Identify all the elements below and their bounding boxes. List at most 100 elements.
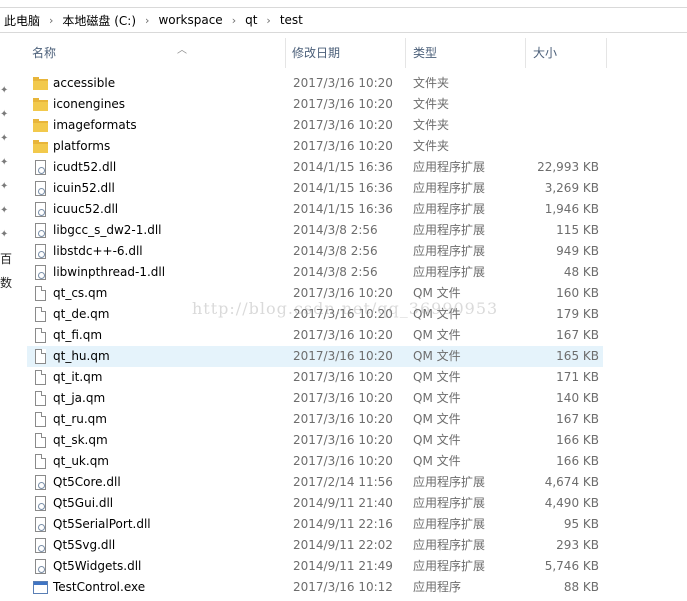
pin-icon[interactable]: ✦ bbox=[0, 157, 10, 171]
file-name: qt_it.qm bbox=[53, 370, 103, 384]
file-date: 2014/1/15 16:36 bbox=[293, 181, 393, 195]
file-type: 文件夹 bbox=[413, 76, 450, 90]
dll-icon bbox=[33, 496, 49, 512]
file-date: 2017/3/16 10:20 bbox=[293, 412, 393, 426]
dll-icon bbox=[33, 160, 49, 176]
file-name: libgcc_s_dw2-1.dll bbox=[53, 223, 162, 237]
file-row[interactable]: imageformats 2017/3/16 10:20 文件夹 bbox=[27, 115, 603, 136]
file-row[interactable]: Qt5Gui.dll 2014/9/11 21:40 应用程序扩展 4,490 KB bbox=[27, 493, 603, 514]
file-name: Qt5SerialPort.dll bbox=[53, 517, 151, 531]
pin-icon[interactable]: ✦ bbox=[0, 109, 10, 123]
file-type: 应用程序扩展 bbox=[413, 496, 486, 510]
file-date: 2014/9/11 21:40 bbox=[293, 496, 393, 510]
file-size: 4,674 KB bbox=[544, 475, 599, 489]
file-icon bbox=[33, 328, 49, 344]
file-row[interactable]: icuin52.dll 2014/1/15 16:36 应用程序扩展 3,269 KB bbox=[27, 178, 603, 199]
breadcrumb-this-pc[interactable]: 此电脑 bbox=[2, 12, 42, 29]
pin-icon[interactable]: ✦ bbox=[0, 85, 10, 99]
file-type: 文件夹 bbox=[413, 139, 450, 153]
file-type: 应用程序 bbox=[413, 580, 462, 594]
file-type: 应用程序扩展 bbox=[413, 160, 486, 174]
file-row[interactable]: icudt52.dll 2014/1/15 16:36 应用程序扩展 22,993 K… bbox=[27, 157, 603, 178]
file-size: 949 KB bbox=[556, 244, 599, 258]
file-name: Qt5Widgets.dll bbox=[53, 559, 142, 573]
file-size: 167 KB bbox=[556, 328, 599, 342]
column-header-row: 名称 ︿ 修改日期 类型 大小 bbox=[0, 38, 687, 68]
file-row[interactable]: qt_uk.qm 2017/3/16 10:20 QM 文件 166 KB bbox=[27, 451, 603, 472]
file-name: platforms bbox=[53, 139, 111, 153]
pin-icon[interactable]: ✦ bbox=[0, 205, 10, 219]
column-header-type[interactable]: 类型 bbox=[406, 38, 526, 68]
file-row[interactable]: qt_hu.qm 2017/3/16 10:20 QM 文件 165 KB bbox=[27, 346, 603, 367]
breadcrumb-workspace[interactable]: workspace bbox=[156, 13, 224, 27]
file-type: 应用程序扩展 bbox=[413, 202, 486, 216]
breadcrumb-test[interactable]: test bbox=[278, 13, 305, 27]
file-size: 1,946 KB bbox=[544, 202, 599, 216]
file-row[interactable]: libstdc++-6.dll 2014/3/8 2:56 应用程序扩展 949 KB bbox=[27, 241, 603, 262]
file-row[interactable]: Qt5SerialPort.dll 2014/9/11 22:16 应用程序扩展 95… bbox=[27, 514, 603, 535]
file-row[interactable]: libwinpthread-1.dll 2014/3/8 2:56 应用程序扩展 48… bbox=[27, 262, 603, 283]
file-row[interactable]: Qt5Widgets.dll 2014/9/11 21:49 应用程序扩展 5,746… bbox=[27, 556, 603, 577]
file-size: 140 KB bbox=[556, 391, 599, 405]
file-size: 166 KB bbox=[556, 433, 599, 447]
file-name: libstdc++-6.dll bbox=[53, 244, 143, 258]
file-row[interactable]: Qt5Core.dll 2017/2/14 11:56 应用程序扩展 4,674 KB bbox=[27, 472, 603, 493]
file-size: 22,993 KB bbox=[537, 160, 599, 174]
file-date: 2017/3/16 10:20 bbox=[293, 328, 393, 342]
dll-icon bbox=[33, 517, 49, 533]
chevron-right-icon[interactable]: › bbox=[42, 14, 60, 27]
file-name: qt_hu.qm bbox=[53, 349, 110, 363]
chevron-right-icon[interactable]: › bbox=[225, 14, 243, 27]
file-row[interactable]: qt_de.qm 2017/3/16 10:20 QM 文件 179 KB bbox=[27, 304, 603, 325]
file-row[interactable]: TestControl.exe 2017/3/16 10:12 应用程序 88 KB bbox=[27, 577, 603, 598]
file-name: accessible bbox=[53, 76, 116, 90]
file-name: qt_de.qm bbox=[53, 307, 110, 321]
file-row[interactable]: accessible 2017/3/16 10:20 文件夹 bbox=[27, 73, 603, 94]
file-icon bbox=[33, 454, 49, 470]
file-icon bbox=[33, 307, 49, 323]
nav-item-label[interactable]: 百 bbox=[0, 250, 12, 267]
pin-icon[interactable]: ✦ bbox=[0, 133, 10, 147]
dll-icon bbox=[33, 223, 49, 239]
pin-icon[interactable]: ✦ bbox=[0, 181, 10, 195]
file-row[interactable]: platforms 2017/3/16 10:20 文件夹 bbox=[27, 136, 603, 157]
file-row[interactable]: qt_it.qm 2017/3/16 10:20 QM 文件 171 KB bbox=[27, 367, 603, 388]
file-type: QM 文件 bbox=[413, 391, 461, 405]
file-row[interactable]: libgcc_s_dw2-1.dll 2014/3/8 2:56 应用程序扩展 115… bbox=[27, 220, 603, 241]
chevron-right-icon[interactable]: › bbox=[259, 14, 277, 27]
file-row[interactable]: qt_ja.qm 2017/3/16 10:20 QM 文件 140 KB bbox=[27, 388, 603, 409]
file-icon bbox=[33, 286, 49, 302]
file-date: 2014/3/8 2:56 bbox=[293, 244, 378, 258]
file-size: 160 KB bbox=[556, 286, 599, 300]
column-header-date[interactable]: 修改日期 bbox=[286, 38, 406, 68]
file-row[interactable]: qt_fi.qm 2017/3/16 10:20 QM 文件 167 KB bbox=[27, 325, 603, 346]
file-type: 应用程序扩展 bbox=[413, 559, 486, 573]
file-name: Qt5Gui.dll bbox=[53, 496, 114, 510]
file-row[interactable]: iconengines 2017/3/16 10:20 文件夹 bbox=[27, 94, 603, 115]
file-row[interactable]: qt_sk.qm 2017/3/16 10:20 QM 文件 166 KB bbox=[27, 430, 603, 451]
column-header-type-label: 类型 bbox=[413, 46, 438, 60]
chevron-right-icon[interactable]: › bbox=[138, 14, 156, 27]
file-row[interactable]: icuuc52.dll 2014/1/15 16:36 应用程序扩展 1,946 KB bbox=[27, 199, 603, 220]
file-name: qt_uk.qm bbox=[53, 454, 109, 468]
file-row[interactable]: qt_cs.qm 2017/3/16 10:20 QM 文件 160 KB bbox=[27, 283, 603, 304]
file-name: Qt5Core.dll bbox=[53, 475, 121, 489]
file-type: QM 文件 bbox=[413, 328, 461, 342]
pin-icon[interactable]: ✦ bbox=[0, 229, 10, 243]
file-date: 2017/3/16 10:20 bbox=[293, 286, 393, 300]
column-header-size[interactable]: 大小 bbox=[526, 38, 607, 68]
breadcrumb-qt[interactable]: qt bbox=[243, 13, 259, 27]
nav-item-label[interactable]: 数 bbox=[0, 274, 12, 291]
file-name: qt_ru.qm bbox=[53, 412, 107, 426]
file-size: 95 KB bbox=[563, 517, 599, 531]
file-date: 2017/3/16 10:20 bbox=[293, 76, 393, 90]
file-name: qt_sk.qm bbox=[53, 433, 108, 447]
folder-icon bbox=[33, 76, 49, 92]
column-header-name[interactable]: 名称 ︿ bbox=[27, 38, 286, 68]
breadcrumb-drive-c[interactable]: 本地磁盘 (C:) bbox=[60, 12, 138, 29]
file-row[interactable]: qt_ru.qm 2017/3/16 10:20 QM 文件 167 KB bbox=[27, 409, 603, 430]
file-row[interactable]: Qt5Svg.dll 2014/9/11 22:02 应用程序扩展 293 KB bbox=[27, 535, 603, 556]
address-bar[interactable]: 此电脑 › 本地磁盘 (C:) › workspace › qt › test bbox=[0, 7, 687, 33]
folder-icon bbox=[33, 118, 49, 134]
file-type: 应用程序扩展 bbox=[413, 265, 486, 279]
